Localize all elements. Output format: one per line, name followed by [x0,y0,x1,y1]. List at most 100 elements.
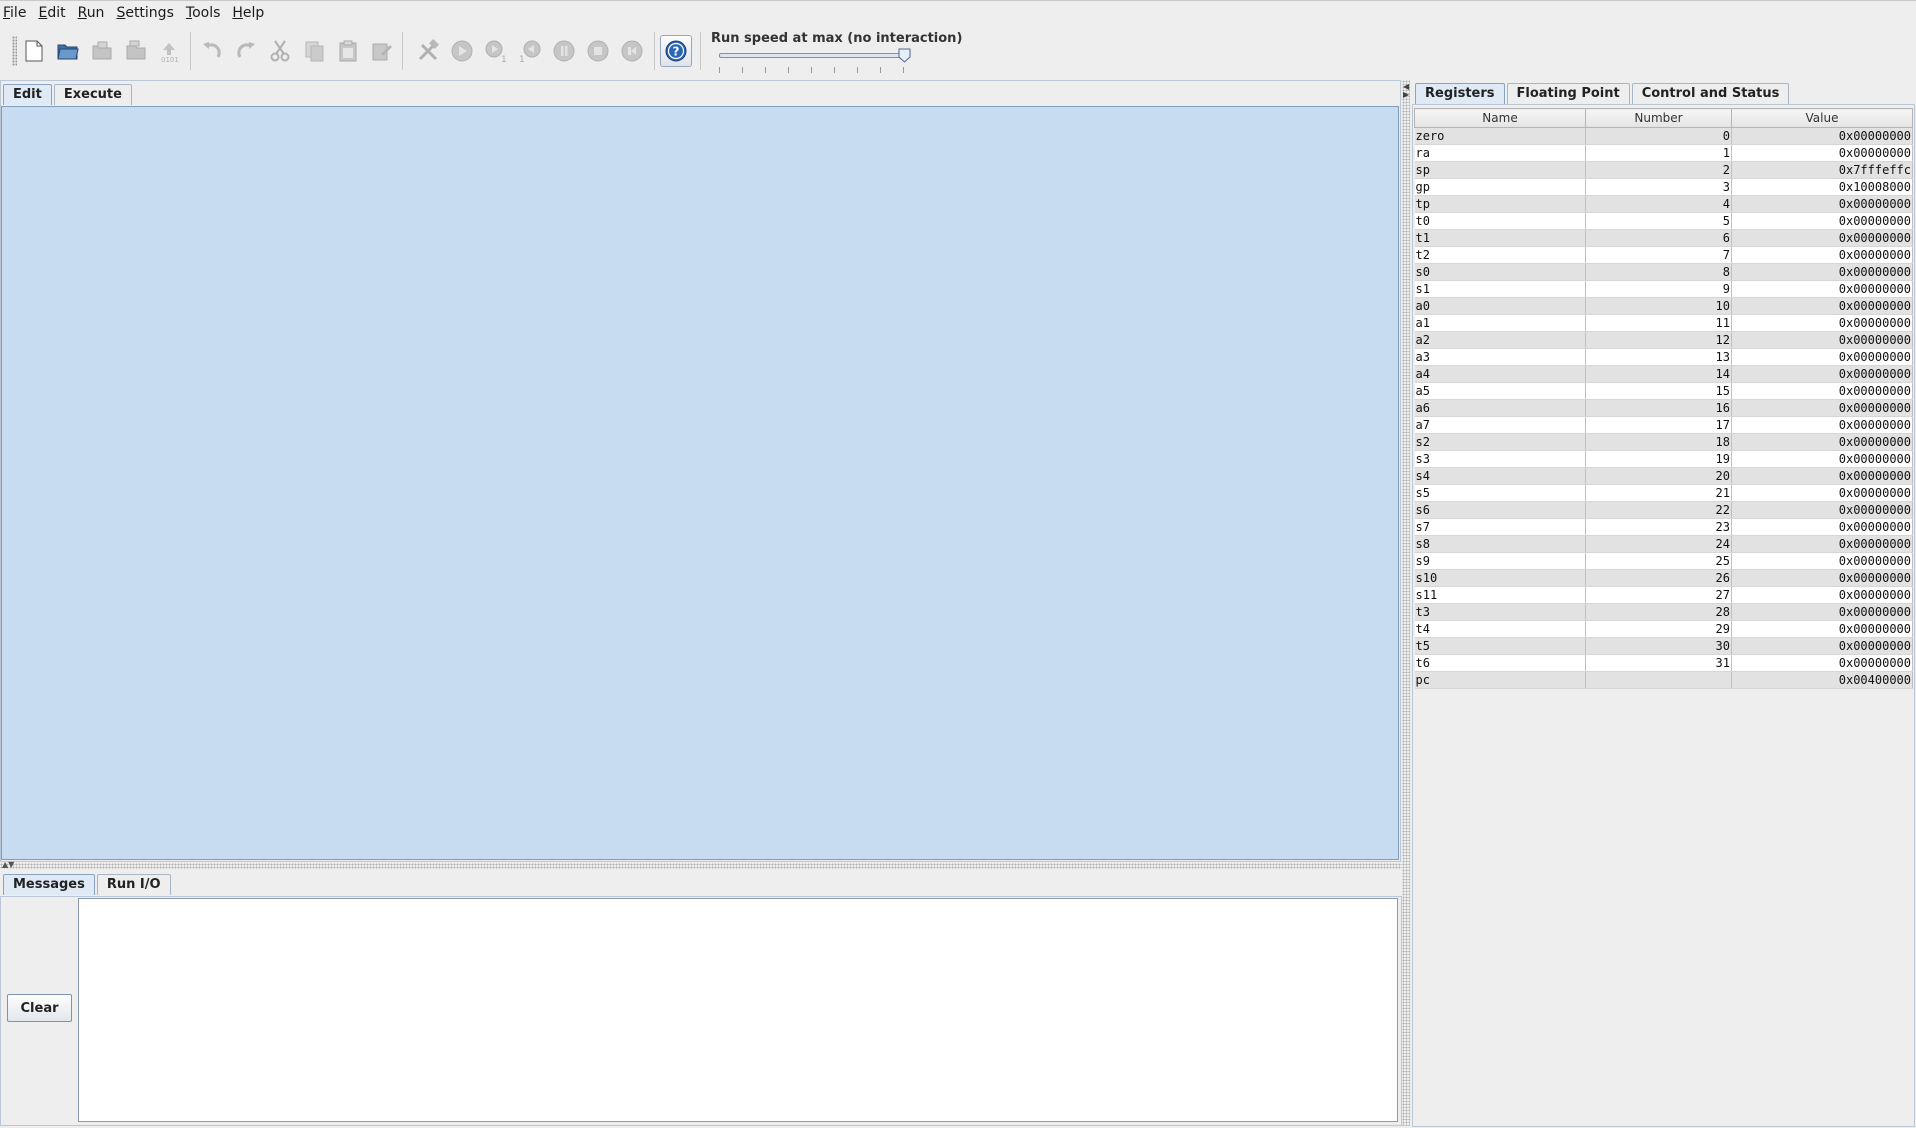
table-row[interactable]: s3 19 0x00000000 [1414,450,1913,468]
redo-button[interactable] [230,35,262,67]
register-value-cell[interactable]: 0x00000000 [1731,416,1913,434]
register-value-cell[interactable]: 0x00000000 [1731,144,1913,162]
new-file-button[interactable] [18,35,50,67]
table-row[interactable]: ra 1 0x00000000 [1414,144,1913,162]
tab-floating-point[interactable]: Floating Point [1506,83,1630,104]
register-value-cell[interactable]: 0x00000000 [1731,501,1913,519]
table-row[interactable]: a7 17 0x00000000 [1414,416,1913,434]
tab-registers[interactable]: Registers [1415,83,1505,104]
register-value-cell[interactable]: 0x00000000 [1731,569,1913,587]
tab-execute[interactable]: Execute [53,84,132,105]
table-row[interactable]: s11 27 0x00000000 [1414,586,1913,604]
paste-button[interactable] [332,35,364,67]
register-value-cell[interactable]: 0x00000000 [1731,229,1913,247]
register-value-cell[interactable]: 0x7fffeffc [1731,161,1913,179]
table-row[interactable]: s9 25 0x00000000 [1414,552,1913,570]
column-header-name[interactable]: Name [1414,108,1586,128]
register-value-cell[interactable]: 0x00000000 [1731,399,1913,417]
table-row[interactable]: zero 0 0x00000000 [1414,127,1913,145]
menu-tools[interactable]: Tools [180,1,227,25]
menu-settings[interactable]: Settings [110,1,179,25]
messages-text-area[interactable] [78,898,1398,1122]
table-row[interactable]: t3 28 0x00000000 [1414,603,1913,621]
reset-button[interactable] [616,35,648,67]
table-row[interactable]: s10 26 0x00000000 [1414,569,1913,587]
table-row[interactable]: s5 21 0x00000000 [1414,484,1913,502]
table-row[interactable]: t6 31 0x00000000 [1414,654,1913,672]
register-value-cell[interactable]: 0x00000000 [1731,195,1913,213]
menu-file[interactable]: File [3,1,32,25]
register-value-cell[interactable]: 0x00000000 [1731,586,1913,604]
table-row[interactable]: a4 14 0x00000000 [1414,365,1913,383]
vertical-splitter[interactable] [1402,80,1410,1126]
table-row[interactable]: tp 4 0x00000000 [1414,195,1913,213]
tab-run-io[interactable]: Run I/O [96,874,171,895]
splitter-arrows-icon[interactable]: ▲▼ [2,861,14,869]
step-button[interactable]: 1 [480,35,512,67]
register-value-cell[interactable]: 0x10008000 [1731,178,1913,196]
table-row[interactable]: t0 5 0x00000000 [1414,212,1913,230]
register-value-cell[interactable]: 0x00000000 [1731,620,1913,638]
table-row[interactable]: t2 7 0x00000000 [1414,246,1913,264]
backstep-button[interactable]: 1 [514,35,546,67]
table-row[interactable]: s1 9 0x00000000 [1414,280,1913,298]
editor-area[interactable] [1,106,1399,860]
open-file-button[interactable] [52,35,84,67]
register-value-cell[interactable]: 0x00000000 [1731,637,1913,655]
undo-button[interactable] [196,35,228,67]
table-row[interactable]: sp 2 0x7fffeffc [1414,161,1913,179]
run-speed-slider-track[interactable] [719,53,909,58]
save-button[interactable] [86,35,118,67]
clear-button[interactable]: Clear [7,994,72,1022]
register-value-cell[interactable]: 0x00400000 [1731,671,1913,689]
table-row[interactable]: a0 10 0x00000000 [1414,297,1913,315]
stop-button[interactable] [582,35,614,67]
register-value-cell[interactable]: 0x00000000 [1731,263,1913,281]
menu-edit[interactable]: Edit [32,1,71,25]
register-value-cell[interactable]: 0x00000000 [1731,297,1913,315]
register-value-cell[interactable]: 0x00000000 [1731,382,1913,400]
register-value-cell[interactable]: 0x00000000 [1731,331,1913,349]
register-value-cell[interactable]: 0x00000000 [1731,535,1913,553]
tab-control-and-status[interactable]: Control and Status [1631,83,1790,104]
horizontal-splitter[interactable] [0,863,1402,869]
menu-help[interactable]: Help [226,1,270,25]
table-row[interactable]: pc 0x00400000 [1414,671,1913,689]
tab-messages[interactable]: Messages [3,874,95,895]
copy-button[interactable] [298,35,330,67]
register-value-cell[interactable]: 0x00000000 [1731,484,1913,502]
register-value-cell[interactable]: 0x00000000 [1731,348,1913,366]
table-row[interactable]: s7 23 0x00000000 [1414,518,1913,536]
table-row[interactable]: t1 6 0x00000000 [1414,229,1913,247]
register-value-cell[interactable]: 0x00000000 [1731,127,1913,145]
dump-memory-button[interactable]: 0101 [154,35,186,67]
assemble-button[interactable] [412,35,444,67]
run-button[interactable] [446,35,478,67]
register-value-cell[interactable]: 0x00000000 [1731,246,1913,264]
register-value-cell[interactable]: 0x00000000 [1731,212,1913,230]
register-value-cell[interactable]: 0x00000000 [1731,552,1913,570]
table-row[interactable]: a6 16 0x00000000 [1414,399,1913,417]
toolbar-grip[interactable] [12,36,17,66]
table-row[interactable]: s0 8 0x00000000 [1414,263,1913,281]
find-replace-button[interactable] [366,35,398,67]
table-row[interactable]: a2 12 0x00000000 [1414,331,1913,349]
tab-edit[interactable]: Edit [3,84,52,105]
register-value-cell[interactable]: 0x00000000 [1731,450,1913,468]
help-button[interactable]: ? [660,35,692,67]
cut-button[interactable] [264,35,296,67]
register-value-cell[interactable]: 0x00000000 [1731,603,1913,621]
pause-button[interactable] [548,35,580,67]
register-value-cell[interactable]: 0x00000000 [1731,433,1913,451]
table-row[interactable]: t5 30 0x00000000 [1414,637,1913,655]
save-as-button[interactable] [120,35,152,67]
splitter-arrows-icon[interactable]: ◀ ▶ [1403,83,1409,99]
column-header-number[interactable]: Number [1585,108,1732,128]
register-value-cell[interactable]: 0x00000000 [1731,654,1913,672]
register-value-cell[interactable]: 0x00000000 [1731,467,1913,485]
table-row[interactable]: a5 15 0x00000000 [1414,382,1913,400]
register-value-cell[interactable]: 0x00000000 [1731,365,1913,383]
table-row[interactable]: s2 18 0x00000000 [1414,433,1913,451]
table-row[interactable]: s6 22 0x00000000 [1414,501,1913,519]
run-speed-slider-thumb[interactable] [898,48,911,63]
